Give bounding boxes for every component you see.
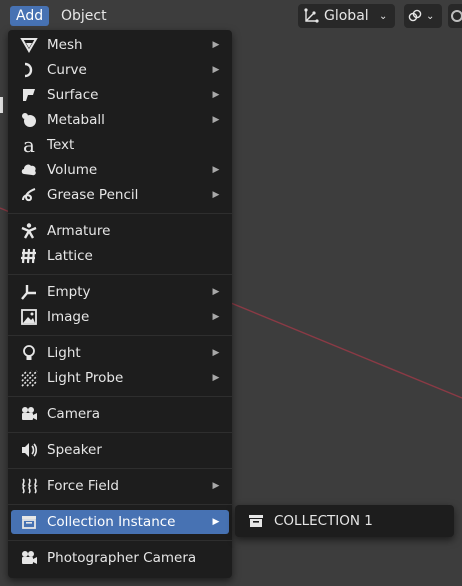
menu-item-curve[interactable]: Curve ▶	[11, 58, 229, 82]
grease-pencil-icon	[17, 183, 41, 207]
volume-icon	[17, 158, 41, 182]
menu-item-label: Mesh	[47, 37, 83, 53]
image-icon	[17, 305, 41, 329]
overlay-icon	[451, 10, 462, 22]
collection-icon	[244, 509, 268, 533]
menu-separator	[8, 504, 232, 505]
menu-item-label: Photographer Camera	[47, 550, 197, 566]
submenu-arrow-icon: ▶	[212, 190, 220, 200]
viewport-edge-marker	[0, 97, 3, 113]
menu-item-speaker[interactable]: Speaker	[11, 438, 229, 462]
transform-orientation-icon	[298, 8, 324, 24]
submenu-arrow-icon: ▶	[212, 373, 220, 383]
submenu-arrow-icon: ▶	[212, 348, 220, 358]
menu-item-grease-pencil[interactable]: Grease Pencil ▶	[11, 183, 229, 207]
menu-item-label: Collection Instance	[47, 514, 176, 530]
submenu-arrow-icon: ▶	[212, 312, 220, 322]
menu-separator	[8, 468, 232, 469]
photographer-camera-icon	[17, 546, 41, 570]
menu-item-label: Volume	[47, 162, 98, 178]
add-menu-tab[interactable]: Add	[10, 6, 50, 26]
menu-item-mesh[interactable]: Mesh ▶	[11, 33, 229, 57]
menu-item-force-field[interactable]: Force Field ▶	[11, 474, 229, 498]
menu-item-surface[interactable]: Surface ▶	[11, 83, 229, 107]
menu-separator	[8, 540, 232, 541]
submenu-arrow-icon: ▶	[212, 517, 220, 527]
menu-item-label: Camera	[47, 406, 100, 422]
menu-item-label: Armature	[47, 223, 111, 239]
curve-icon	[17, 58, 41, 82]
chevron-down-icon: ⌄	[426, 10, 435, 22]
lattice-icon	[17, 244, 41, 268]
overlay-toggle-button[interactable]	[448, 4, 462, 28]
add-menu-panel: Mesh ▶ Curve ▶ Surface ▶ Metaball ▶ a Te…	[8, 30, 232, 578]
menu-separator	[8, 213, 232, 214]
menu-item-camera[interactable]: Camera	[11, 402, 229, 426]
menu-item-collection-instance[interactable]: Collection Instance ▶	[11, 510, 229, 534]
menu-item-label: Image	[47, 309, 90, 325]
menu-item-armature[interactable]: Armature	[11, 219, 229, 243]
menu-separator	[8, 274, 232, 275]
submenu-arrow-icon: ▶	[212, 90, 220, 100]
mesh-icon	[17, 33, 41, 57]
menu-item-label: Light Probe	[47, 370, 124, 386]
snap-link-icon	[404, 8, 426, 24]
transform-orientation-dropdown[interactable]: Global ⌄	[298, 4, 395, 28]
menu-separator	[8, 396, 232, 397]
menu-item-label: Light	[47, 345, 81, 361]
menu-item-label: Surface	[47, 87, 99, 103]
menu-item-label: Grease Pencil	[47, 187, 139, 203]
collection-instance-icon	[17, 510, 41, 534]
menu-item-empty[interactable]: Empty ▶	[11, 280, 229, 304]
menu-item-label: Force Field	[47, 478, 119, 494]
menu-item-text[interactable]: a Text	[11, 133, 229, 157]
transform-orientation-label: Global	[324, 8, 369, 24]
text-icon: a	[23, 133, 35, 157]
submenu-arrow-icon: ▶	[212, 481, 220, 491]
menu-item-light[interactable]: Light ▶	[11, 341, 229, 365]
menu-separator	[8, 335, 232, 336]
metaball-icon	[17, 108, 41, 132]
force-field-icon	[17, 474, 41, 498]
camera-icon	[17, 402, 41, 426]
light-probe-icon	[17, 366, 41, 390]
snap-dropdown[interactable]: ⌄	[404, 4, 442, 28]
submenu-arrow-icon: ▶	[212, 115, 220, 125]
submenu-arrow-icon: ▶	[212, 65, 220, 75]
menu-item-image[interactable]: Image ▶	[11, 305, 229, 329]
chevron-down-icon: ⌄	[379, 10, 388, 22]
submenu-arrow-icon: ▶	[212, 165, 220, 175]
empty-icon	[17, 280, 41, 304]
menu-item-metaball[interactable]: Metaball ▶	[11, 108, 229, 132]
menu-item-label: Speaker	[47, 442, 102, 458]
collection-instance-submenu: COLLECTION 1	[235, 505, 454, 537]
armature-icon	[17, 219, 41, 243]
speaker-icon	[17, 438, 41, 462]
menu-item-label: Text	[47, 137, 75, 153]
menu-item-lattice[interactable]: Lattice	[11, 244, 229, 268]
light-icon	[17, 341, 41, 365]
surface-icon	[17, 83, 41, 107]
menu-item-photographer-camera[interactable]: Photographer Camera	[11, 546, 229, 570]
submenu-item-label: COLLECTION 1	[274, 513, 373, 529]
menu-item-volume[interactable]: Volume ▶	[11, 158, 229, 182]
menu-item-label: Curve	[47, 62, 87, 78]
submenu-arrow-icon: ▶	[212, 287, 220, 297]
menu-item-label: Lattice	[47, 248, 93, 264]
menu-item-label: Empty	[47, 284, 91, 300]
submenu-item-collection-1[interactable]: COLLECTION 1	[238, 509, 451, 533]
menu-item-label: Metaball	[47, 112, 105, 128]
object-menu-tab[interactable]: Object	[55, 6, 113, 26]
menu-item-light-probe[interactable]: Light Probe ▶	[11, 366, 229, 390]
menu-separator	[8, 432, 232, 433]
submenu-arrow-icon: ▶	[212, 40, 220, 50]
